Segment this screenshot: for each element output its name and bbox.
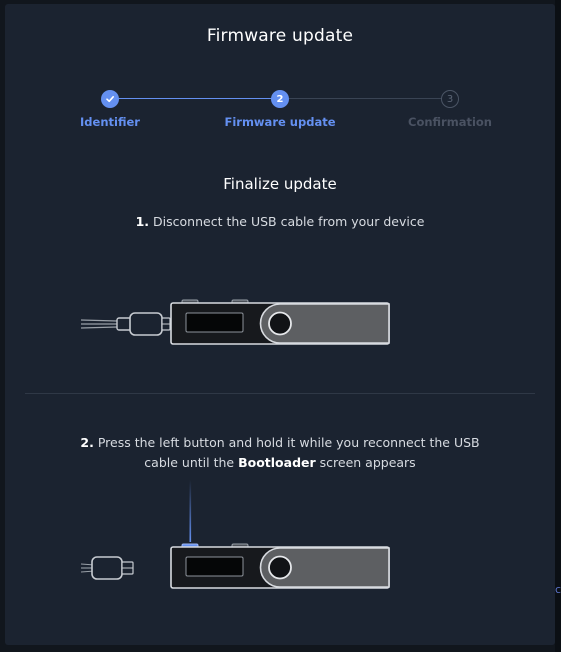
section-divider — [25, 393, 535, 394]
stepper-line-pending — [280, 98, 450, 99]
step-firmware-update-label: Firmware update — [224, 115, 336, 129]
device-illustration-press-button — [5, 480, 555, 589]
instruction-step-1: 1. Disconnect the USB cable from your de… — [65, 212, 495, 232]
stepper-line-completed — [110, 98, 280, 99]
check-icon — [106, 96, 114, 103]
instruction-step-2-text-after: screen appears — [319, 455, 416, 470]
section-subtitle: Finalize update — [223, 175, 337, 193]
step-firmware-update-dot: 2 — [271, 90, 289, 108]
instruction-step-2-emphasis: Bootloader — [238, 455, 316, 470]
modal-title: Firmware update — [206, 26, 354, 46]
step-confirmation-label: Confirmation — [408, 115, 492, 129]
instruction-step-2: 2. Press the left button and hold it whi… — [65, 433, 495, 473]
step-identifier-dot — [101, 90, 119, 108]
background-app-edge — [555, 0, 561, 652]
instruction-step-1-text: Disconnect the USB cable from your devic… — [153, 214, 425, 229]
nano-device-disconnected-image — [80, 299, 390, 345]
press-indicator-line — [189, 480, 192, 542]
instruction-step-2-number: 2. — [80, 435, 94, 450]
instruction-step-1-number: 1. — [135, 214, 150, 229]
step-confirmation-dot: 3 — [441, 90, 459, 108]
firmware-update-modal: Firmware update 2 3 Identifier Firmware … — [5, 4, 555, 645]
nano-device-press-button-image — [80, 480, 390, 589]
background-app-fragment: c — [555, 583, 561, 596]
step-identifier-label: Identifier — [80, 115, 140, 129]
device-illustration-disconnected — [5, 294, 555, 374]
